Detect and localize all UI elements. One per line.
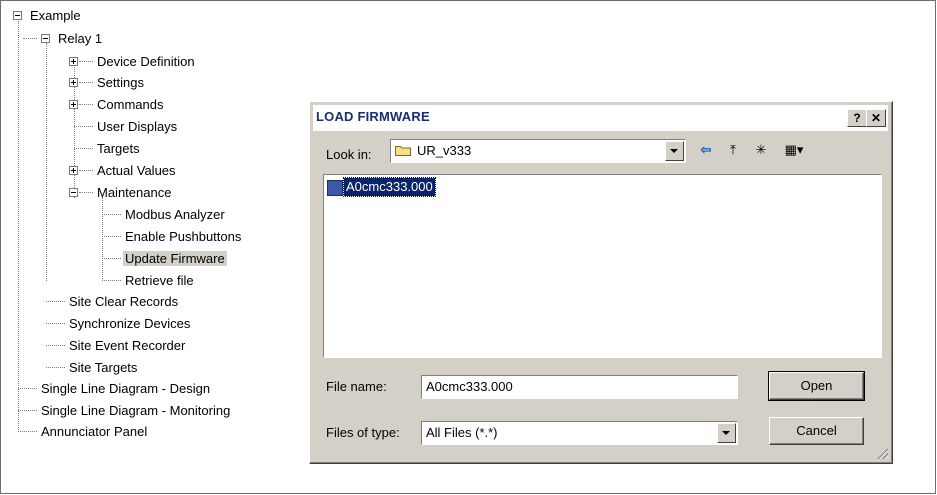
help-button[interactable]: ? bbox=[847, 109, 867, 127]
tree-item-sld-monitoring[interactable]: Single Line Diagram - Monitoring bbox=[39, 401, 232, 421]
tree-item-targets[interactable]: Targets bbox=[95, 139, 142, 159]
up-folder-icon[interactable]: ⤒ bbox=[722, 140, 744, 160]
back-arrow-icon[interactable]: ⇦ bbox=[695, 140, 717, 160]
tree-item-relay-1[interactable]: Relay 1 bbox=[56, 29, 104, 49]
look-in-label: Look in: bbox=[326, 147, 372, 162]
file-name-label: File name: bbox=[326, 379, 387, 394]
tree-line bbox=[18, 15, 19, 430]
tree-line bbox=[79, 61, 93, 62]
tree-item-maintenance[interactable]: Maintenance bbox=[95, 183, 173, 203]
view-menu-icon[interactable]: ▦▾ bbox=[779, 140, 809, 160]
tree-item-example[interactable]: Example bbox=[28, 6, 83, 26]
tree-item-site-event-recorder[interactable]: Site Event Recorder bbox=[67, 336, 187, 356]
files-of-type-label: Files of type: bbox=[326, 425, 400, 440]
tree-item-label: Synchronize Devices bbox=[69, 316, 191, 331]
tree-item-label: Annunciator Panel bbox=[41, 424, 148, 439]
look-in-value: UR_v333 bbox=[417, 143, 472, 158]
tree-item-actual-values[interactable]: Actual Values bbox=[95, 161, 178, 181]
expand-icon[interactable] bbox=[69, 78, 78, 87]
folder-icon bbox=[395, 146, 411, 156]
load-firmware-dialog: LOAD FIRMWARE ? ✕ Look in: UR_v333 ⇦ ⤒ ✳… bbox=[309, 101, 893, 464]
tree-line bbox=[79, 192, 93, 193]
tree-item-label: Settings bbox=[97, 75, 144, 90]
tree-item-label: Enable Pushbuttons bbox=[125, 229, 242, 244]
files-of-type-select[interactable]: All Files (*.*) bbox=[421, 421, 738, 445]
tree-item-label: Single Line Diagram - Design bbox=[41, 381, 211, 396]
expand-icon[interactable] bbox=[69, 166, 78, 175]
open-button[interactable]: Open bbox=[768, 371, 865, 401]
chevron-down-icon[interactable] bbox=[717, 423, 736, 443]
tree-line bbox=[79, 170, 93, 171]
tree-item-commands[interactable]: Commands bbox=[95, 95, 165, 115]
tree-item-site-targets[interactable]: Site Targets bbox=[67, 358, 139, 378]
collapse-icon[interactable] bbox=[69, 188, 78, 197]
tree-item-label: Example bbox=[30, 8, 81, 23]
tree-line bbox=[18, 410, 37, 411]
look-in-dropdown[interactable]: UR_v333 bbox=[390, 139, 686, 163]
dialog-titlebar[interactable]: LOAD FIRMWARE ? ✕ bbox=[313, 105, 888, 131]
tree-item-label: Site Clear Records bbox=[69, 294, 179, 309]
tree-item-update-firmware[interactable]: Update Firmware bbox=[123, 249, 227, 269]
tree-line bbox=[46, 345, 65, 346]
tree-line bbox=[46, 367, 65, 368]
tree-item-label: Relay 1 bbox=[58, 31, 103, 46]
tree-item-user-displays[interactable]: User Displays bbox=[95, 117, 179, 137]
cancel-button[interactable]: Cancel bbox=[769, 417, 864, 445]
expand-icon[interactable] bbox=[69, 57, 78, 66]
tree-item-label: Commands bbox=[97, 97, 164, 112]
expand-icon[interactable] bbox=[69, 100, 78, 109]
tree-line bbox=[102, 236, 121, 237]
tree-item-label: Actual Values bbox=[97, 163, 176, 178]
tree-item-label: Site Event Recorder bbox=[69, 338, 186, 353]
file-list[interactable]: A0cmc333.000 bbox=[323, 174, 882, 358]
collapse-icon[interactable] bbox=[41, 34, 50, 43]
tree-line bbox=[74, 126, 93, 127]
tree-line bbox=[79, 82, 93, 83]
tree-item-label: Site Targets bbox=[69, 360, 138, 375]
tree-item-site-clear-records[interactable]: Site Clear Records bbox=[67, 292, 180, 312]
tree-line bbox=[102, 258, 121, 259]
project-tree: Example Relay 1 Device Definition Settin… bbox=[0, 0, 310, 470]
tree-line bbox=[18, 388, 37, 389]
close-button[interactable]: ✕ bbox=[866, 109, 886, 127]
tree-line bbox=[102, 280, 121, 281]
tree-item-modbus-analyzer[interactable]: Modbus Analyzer bbox=[123, 205, 227, 225]
tree-item-label: Single Line Diagram - Monitoring bbox=[41, 403, 231, 418]
tree-line bbox=[46, 43, 47, 281]
tree-item-synchronize-devices[interactable]: Synchronize Devices bbox=[67, 314, 192, 334]
resize-grip-icon[interactable] bbox=[876, 447, 888, 459]
tree-line bbox=[74, 148, 93, 149]
new-folder-icon[interactable]: ✳ bbox=[750, 140, 772, 160]
file-icon bbox=[327, 180, 343, 196]
file-name: A0cmc333.000 bbox=[343, 177, 436, 197]
tree-line bbox=[102, 197, 103, 279]
dialog-title: LOAD FIRMWARE bbox=[316, 109, 430, 124]
tree-item-settings[interactable]: Settings bbox=[95, 73, 146, 93]
tree-item-label: Update Firmware bbox=[123, 251, 227, 266]
tree-item-retrieve-file[interactable]: Retrieve file bbox=[123, 271, 196, 291]
tree-item-label: User Displays bbox=[97, 119, 178, 134]
tree-line bbox=[18, 431, 37, 432]
tree-item-label: Maintenance bbox=[97, 185, 172, 200]
file-name-value: A0cmc333.000 bbox=[426, 379, 513, 394]
tree-item-label: Device Definition bbox=[97, 54, 195, 69]
tree-line bbox=[79, 104, 93, 105]
tree-item-sld-design[interactable]: Single Line Diagram - Design bbox=[39, 379, 212, 399]
tree-line bbox=[23, 38, 37, 39]
collapse-icon[interactable] bbox=[13, 11, 22, 20]
file-name-field[interactable]: A0cmc333.000 bbox=[421, 375, 738, 399]
tree-line bbox=[102, 214, 121, 215]
tree-line bbox=[46, 323, 65, 324]
tree-line bbox=[46, 301, 65, 302]
tree-item-label: Targets bbox=[97, 141, 140, 156]
tree-item-device-definition[interactable]: Device Definition bbox=[95, 52, 197, 72]
tree-item-label: Retrieve file bbox=[125, 273, 194, 288]
files-of-type-value: All Files (*.*) bbox=[426, 425, 498, 440]
chevron-down-icon[interactable] bbox=[665, 141, 684, 161]
tree-item-enable-pushbuttons[interactable]: Enable Pushbuttons bbox=[123, 227, 243, 247]
tree-item-label: Modbus Analyzer bbox=[125, 207, 225, 222]
tree-item-annunciator-panel[interactable]: Annunciator Panel bbox=[39, 422, 149, 442]
